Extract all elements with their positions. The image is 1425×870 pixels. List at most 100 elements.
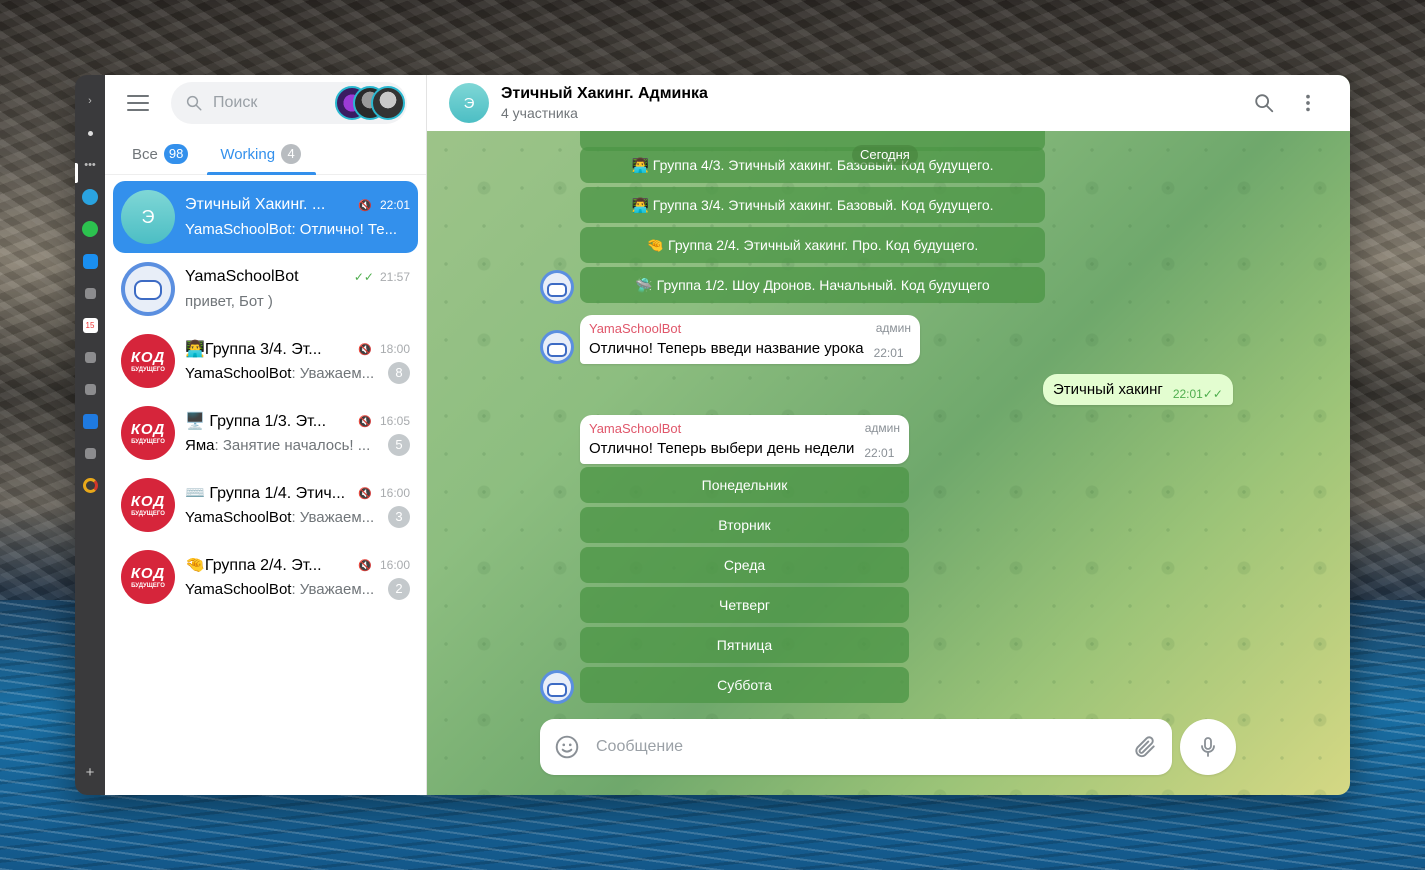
sender-name[interactable]: YamaSchoolBot — [589, 321, 911, 336]
avatar-text: КОД — [130, 492, 166, 510]
chat-item[interactable]: КОД БУДУЩЕГО 🤏Группа 2/4. Эт... 🔇 16:00 Yam… — [113, 541, 418, 613]
sender-name: Яма — [185, 436, 215, 454]
message-area: 👨‍💻 Группа 4/3. Этичный хакинг. Базовый.… — [427, 131, 1350, 795]
inline-button-day[interactable]: Пятница — [580, 627, 909, 663]
sender-name[interactable]: YamaSchoolBot — [589, 421, 900, 436]
sender-name: YamaSchoolBot — [185, 364, 292, 382]
admin-badge: админ — [864, 421, 900, 435]
unread-badge: 98 — [163, 144, 189, 164]
chat-name: Этичный Хакинг. ... — [185, 196, 326, 213]
avatar-subtext: БУДУЩЕГО — [131, 510, 165, 517]
app-icon[interactable] — [84, 383, 96, 395]
message-text: Отлично! Теперь введи название урока — [589, 340, 864, 357]
chat-preview: YamaSchoolBot: Отлично! Те... — [185, 220, 398, 238]
chat-item[interactable]: КОД БУДУЩЕГО 🖥️ Группа 1/3. Эт... 🔇 16:05 Я… — [113, 397, 418, 469]
avatar-text: КОД — [130, 348, 166, 366]
avatar: КОД БУДУЩЕГО — [121, 334, 175, 388]
folder-tabs: Все 98 Working 4 — [105, 131, 426, 175]
dot-icon — [87, 130, 93, 136]
bot-avatar[interactable] — [540, 330, 574, 364]
story-avatar[interactable] — [371, 86, 405, 120]
app-icon[interactable] — [84, 287, 96, 299]
avatar: Э — [121, 190, 175, 244]
bot-avatar[interactable] — [540, 270, 574, 304]
preview-text: : Уважаем... — [291, 508, 375, 526]
search-placeholder: Поиск — [213, 94, 258, 111]
avatar-subtext: БУДУЩЕГО — [131, 582, 165, 589]
search-input[interactable]: Поиск — [171, 82, 407, 124]
tab-all[interactable]: Все 98 — [127, 144, 193, 174]
voice-record-button[interactable] — [1180, 719, 1236, 775]
chat-list-sidebar: Поиск Все 98 Working 4 Э Этичный Хакинг.… — [105, 75, 427, 795]
stories[interactable] — [335, 86, 405, 120]
muted-icon: 🔇 — [358, 415, 372, 428]
sender-name: YamaSchoolBot — [185, 580, 292, 598]
microphone-icon — [1201, 737, 1215, 757]
chat-name: 👨‍💻Группа 3/4. Эт... — [185, 341, 322, 358]
inline-button-day[interactable]: Вторник — [580, 507, 909, 543]
muted-icon: 🔇 — [358, 559, 372, 572]
message-time: 22:01 — [873, 346, 904, 360]
avatar-subtext: БУДУЩЕГО — [131, 366, 165, 373]
inline-button-day[interactable]: Понедельник — [580, 467, 909, 503]
inline-button-group[interactable]: 👨‍💻 Группа 3/4. Этичный хакинг. Базовый.… — [580, 187, 1045, 223]
inline-button-group[interactable]: 👨‍💻 Группа 4/3. Этичный хакинг. Базовый.… — [580, 147, 1045, 183]
chat-avatar[interactable]: Э — [449, 83, 489, 123]
whatsapp-icon[interactable] — [82, 221, 98, 237]
emoji-icon[interactable] — [554, 734, 580, 760]
chat-name: 🤏Группа 2/4. Эт... — [185, 557, 322, 574]
calendar-icon[interactable]: 15 — [82, 317, 98, 333]
inline-button-group[interactable]: 🛸 Группа 1/2. Шоу Дронов. Начальный. Код… — [580, 267, 1045, 303]
chat-item[interactable]: КОД БУДУЩЕГО 👨‍💻Группа 3/4. Эт... 🔇 18:00 Y… — [113, 325, 418, 397]
chevron-right-icon[interactable]: › — [82, 93, 98, 109]
inline-button-group[interactable]: 🤏 Группа 2/4. Этичный хакинг. Про. Код б… — [580, 227, 1045, 263]
avatar: КОД БУДУЩЕГО — [121, 406, 175, 460]
chat-subtitle: 4 участника — [501, 105, 578, 121]
unread-badge: 4 — [281, 144, 302, 164]
chat-title[interactable]: Этичный Хакинг. Админка — [501, 85, 1240, 103]
telegram-icon[interactable] — [82, 189, 98, 205]
inline-button-day[interactable]: Среда — [580, 547, 909, 583]
inline-button-day[interactable]: Четверг — [580, 587, 909, 623]
outgoing-message: Этичный хакинг 22:01✓✓ — [1043, 374, 1233, 405]
message-input[interactable]: Сообщение — [596, 738, 1132, 756]
more-icon[interactable]: ••• — [82, 157, 98, 173]
chat-time: 22:01 — [379, 198, 410, 212]
chat-item[interactable]: КОД БУДУЩЕГО ⌨️ Группа 1/4. Этич... 🔇 16:00… — [113, 469, 418, 541]
chat-name: 🖥️ Группа 1/3. Эт... — [185, 413, 327, 430]
avatar — [121, 262, 175, 316]
chat-time: 16:00 — [379, 486, 410, 500]
inline-button-day[interactable]: Суббота — [580, 667, 909, 703]
unread-count: 3 — [388, 506, 410, 528]
chat-item[interactable]: Э Этичный Хакинг. ... 🔇 22:01 YamaSchoolBo… — [113, 181, 418, 253]
tab-working[interactable]: Working 4 — [207, 144, 316, 175]
preview-text: : Уважаем... — [291, 364, 375, 382]
chat-item[interactable]: YamaSchoolBot ✓✓ 21:57 привет, Бот ) — [113, 253, 418, 325]
message-time: 22:01✓✓ — [1173, 387, 1223, 401]
muted-icon: 🔇 — [358, 199, 372, 212]
incoming-message: YamaSchoolBot админ Отлично! Теперь введ… — [580, 315, 920, 364]
chat-list: Э Этичный Хакинг. ... 🔇 22:01 YamaSchoolBo… — [105, 175, 426, 795]
search-button[interactable] — [1244, 83, 1284, 123]
chat-panel: Э Этичный Хакинг. Админка 4 участника 👨‍… — [427, 75, 1350, 795]
mail-icon[interactable] — [82, 413, 98, 429]
preview-text: : Занятие началось! ... — [214, 436, 371, 454]
chat-time: 18:00 — [379, 342, 410, 356]
avatar-text: КОД — [130, 420, 166, 438]
ring-app-icon[interactable] — [82, 477, 98, 493]
more-button[interactable] — [1288, 83, 1328, 123]
add-app-icon[interactable]: + — [86, 764, 95, 781]
bot-avatar[interactable] — [540, 670, 574, 704]
messages-icon[interactable] — [82, 253, 98, 269]
attach-icon[interactable] — [1132, 734, 1158, 760]
search-icon — [186, 95, 202, 111]
chat-preview: Яма: Занятие началось! ... — [185, 437, 382, 454]
search-icon — [1255, 94, 1274, 113]
message-text: Отлично! Теперь выбери день недели — [589, 440, 855, 457]
active-indicator — [75, 163, 78, 183]
menu-icon[interactable] — [127, 95, 149, 111]
chat-name: YamaSchoolBot — [185, 268, 299, 285]
unread-count: 5 — [388, 434, 410, 456]
app-icon[interactable] — [84, 351, 96, 363]
app-icon[interactable] — [84, 447, 96, 459]
